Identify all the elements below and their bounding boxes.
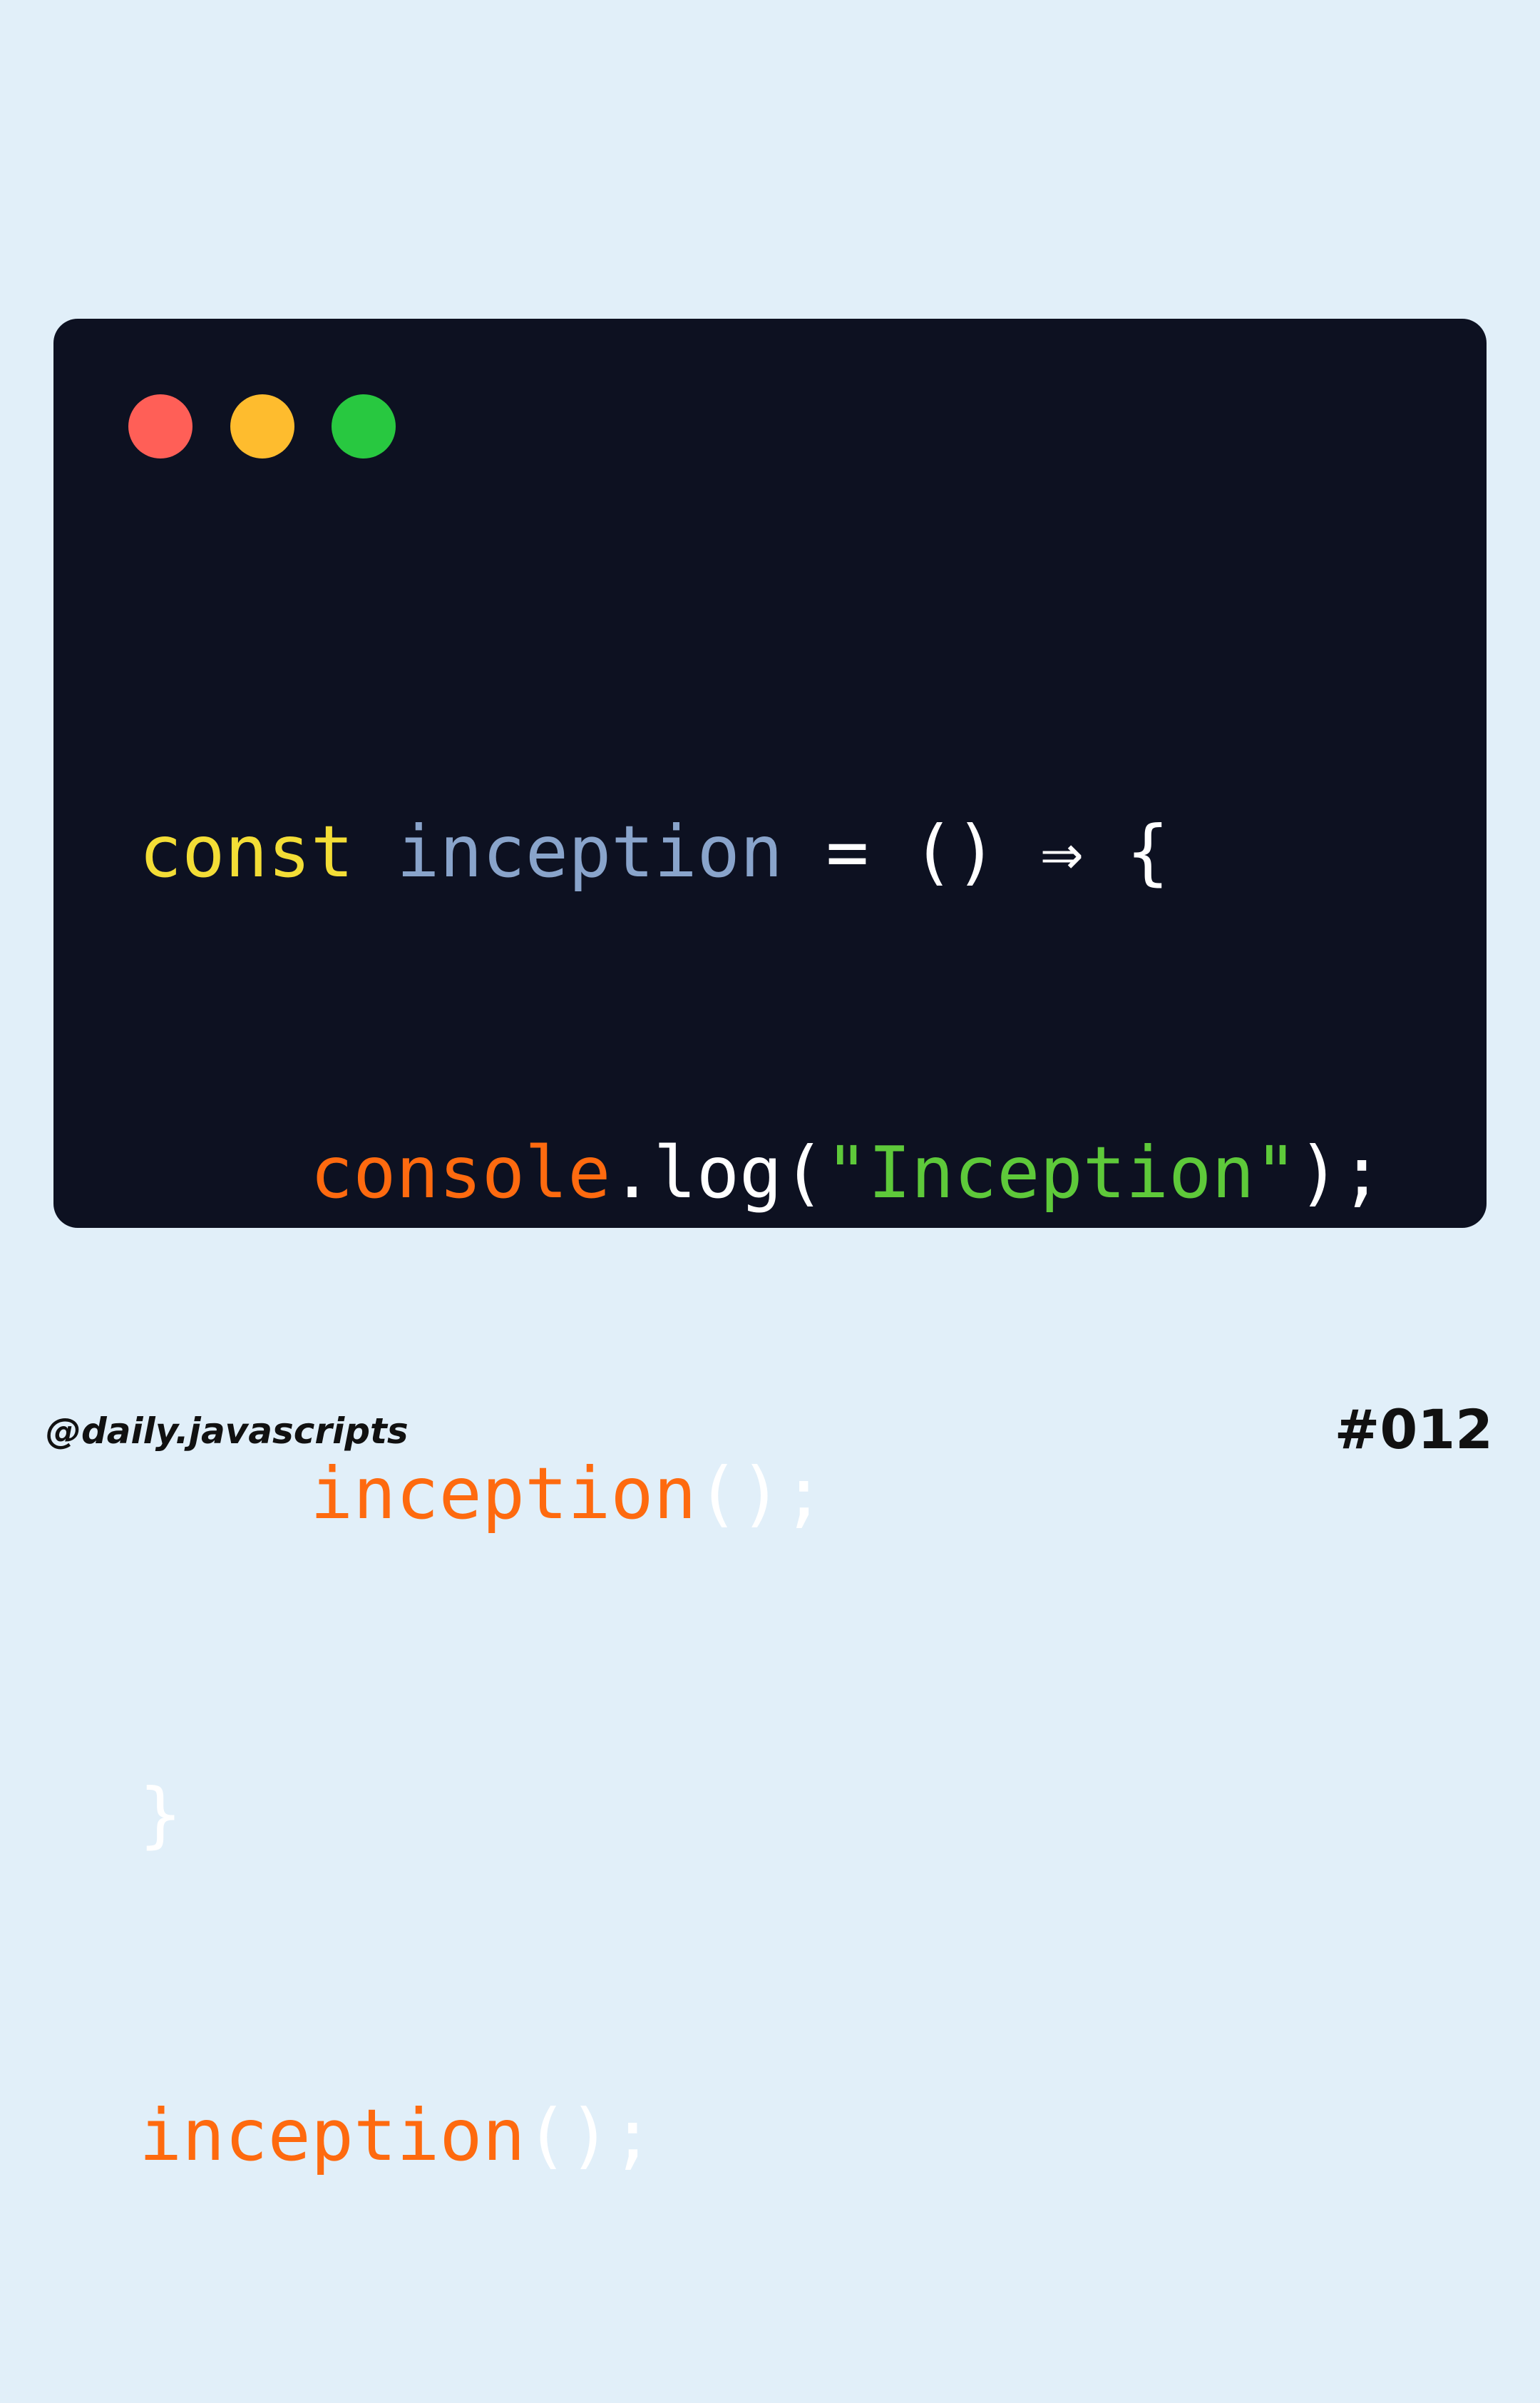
- maximize-dot-icon: [332, 394, 396, 458]
- console-object: console: [310, 1131, 611, 1214]
- recursive-call-parens: ();: [696, 1452, 826, 1535]
- minimize-dot-icon: [230, 394, 294, 458]
- log-close: );: [1297, 1131, 1384, 1214]
- initial-call: inception: [139, 2094, 525, 2177]
- function-name: inception: [396, 810, 784, 893]
- initial-call-parens: ();: [525, 2094, 654, 2177]
- code-block: const inception = () ⇒ { console.log("In…: [139, 585, 1383, 2403]
- log-method: .log(: [610, 1131, 826, 1214]
- keyword-const: const: [139, 810, 354, 893]
- code-line-3: inception();: [139, 1440, 1383, 1547]
- string-literal: "Inception": [825, 1131, 1298, 1214]
- code-line-4: }: [139, 1761, 1383, 1868]
- author-handle: @daily.javascripts: [46, 1410, 409, 1452]
- recursive-call: inception: [310, 1452, 697, 1535]
- closing-brace: }: [139, 1773, 183, 1856]
- code-line-5: inception();: [139, 2082, 1383, 2189]
- code-window: const inception = () ⇒ { console.log("In…: [53, 319, 1487, 2177]
- close-dot-icon: [128, 394, 192, 458]
- post-number: #012: [1334, 1398, 1493, 1461]
- arrow-declaration: = () ⇒ {: [826, 810, 1169, 893]
- code-line-1: const inception = () ⇒ {: [139, 799, 1383, 906]
- code-line-2: console.log("Inception");: [139, 1119, 1383, 1226]
